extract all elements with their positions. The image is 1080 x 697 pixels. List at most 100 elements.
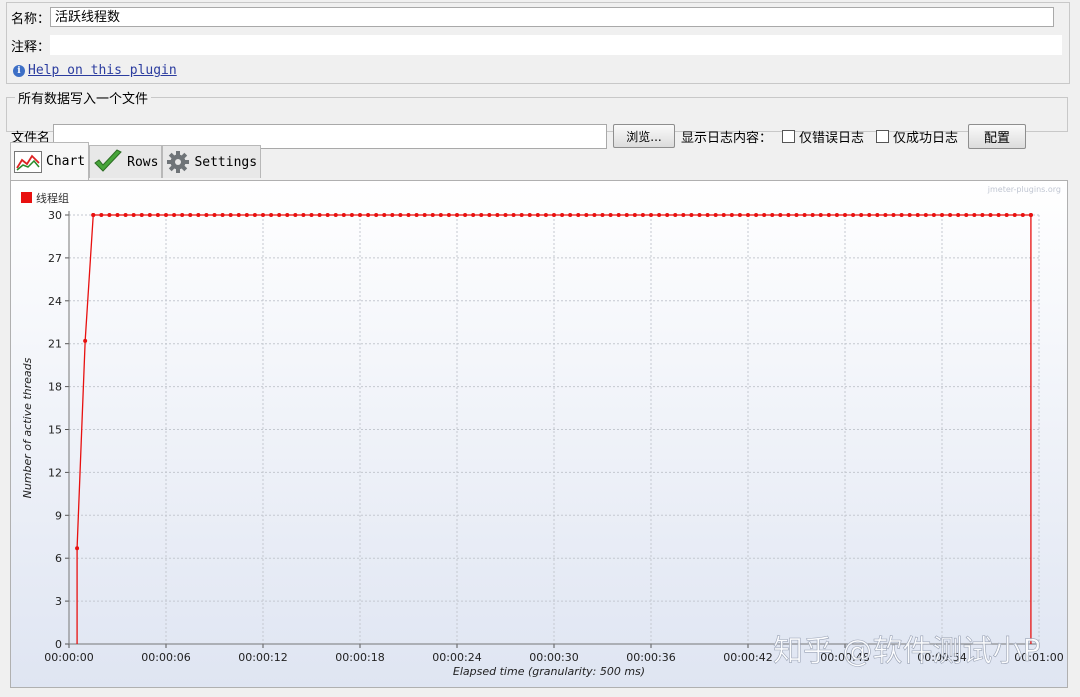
tab-rows[interactable]: Rows [89, 145, 163, 178]
data-point [859, 213, 864, 217]
chart-watermark: jmeter-plugins.org [987, 185, 1061, 194]
data-point [988, 213, 993, 217]
data-point [713, 213, 718, 217]
data-point [172, 213, 177, 217]
data-point [180, 213, 185, 217]
data-point [390, 213, 395, 217]
success-only-checkbox[interactable]: 仅成功日志 [876, 127, 958, 146]
data-point [333, 213, 338, 217]
data-point [261, 213, 265, 217]
tab-chart-label: Chart [46, 154, 86, 169]
data-point [293, 213, 298, 217]
data-point [851, 213, 856, 217]
data-point [794, 213, 799, 217]
data-point [301, 213, 306, 217]
data-point [430, 213, 435, 217]
data-point [883, 213, 888, 217]
y-tick-label: 9 [55, 509, 62, 522]
data-point [948, 213, 953, 217]
data-point [608, 213, 613, 217]
data-point [931, 213, 936, 217]
data-point [729, 213, 734, 217]
data-point [220, 213, 225, 217]
data-point [964, 213, 969, 217]
errors-only-box[interactable] [782, 129, 796, 143]
y-tick-label: 15 [48, 424, 62, 437]
tab-settings[interactable]: Settings [162, 145, 262, 178]
data-point [325, 213, 330, 217]
data-point [107, 213, 112, 217]
data-point [1004, 213, 1009, 217]
data-point [422, 213, 427, 217]
data-point [236, 213, 241, 217]
legend-swatch [21, 192, 32, 203]
data-point [560, 213, 565, 217]
name-label: 名称： [11, 11, 51, 27]
data-point [341, 213, 346, 217]
success-only-box[interactable] [876, 129, 890, 143]
data-point [115, 213, 120, 217]
comment-label: 注释： [11, 39, 51, 55]
active-threads-chart: jmeter-plugins.org 线程组 0 3 6 9 12 15 18 21 24 27 3… [11, 181, 1067, 687]
data-point [834, 213, 839, 217]
data-point [802, 213, 807, 217]
data-point [956, 213, 961, 217]
data-point [487, 213, 492, 217]
data-point [511, 213, 516, 217]
data-point [446, 213, 451, 217]
data-point [600, 213, 605, 217]
tab-chart[interactable]: Chart [10, 142, 90, 180]
y-axis-label: Number of active threads [21, 357, 34, 498]
data-point [471, 213, 476, 217]
tab-settings-label: Settings [194, 154, 258, 170]
help-row: i Help on this plugin [13, 63, 177, 78]
data-point [196, 213, 201, 217]
info-icon: i [13, 64, 25, 77]
data-point [616, 213, 621, 217]
data-point [665, 213, 670, 217]
data-point [503, 213, 508, 217]
x-tick-label: 00:00:24 [432, 651, 481, 664]
errors-only-checkbox[interactable]: 仅错误日志 [782, 127, 864, 146]
file-output-legend: 所有数据写入一个文件 [18, 92, 149, 107]
data-point [358, 213, 362, 217]
configure-button[interactable]: 配置 [968, 123, 1027, 149]
y-tick-label: 18 [48, 381, 62, 394]
browse-button[interactable]: 浏览... [613, 124, 676, 148]
data-point [737, 213, 742, 217]
help-link[interactable]: Help on this plugin [28, 63, 177, 78]
chart-panel: jmeter-plugins.org 线程组 0 3 6 9 12 15 18 21 24 27 3… [10, 180, 1068, 688]
data-point [640, 213, 645, 217]
data-point [83, 338, 88, 343]
data-point [867, 213, 872, 217]
errors-only-label: 仅错误日志 [799, 130, 865, 146]
data-point [204, 213, 209, 217]
data-point [843, 213, 847, 217]
data-point [697, 213, 702, 217]
data-point [980, 213, 985, 217]
data-point [527, 213, 532, 217]
x-tick-label: 00:00:00 [44, 651, 93, 664]
data-point [244, 213, 249, 217]
data-point [91, 213, 96, 217]
data-point [915, 213, 920, 217]
comment-input[interactable] [50, 35, 1063, 55]
data-point [810, 213, 815, 217]
name-input[interactable]: 活跃线程数 [50, 7, 1055, 27]
checkmark-icon [94, 149, 122, 172]
chart-legend: 线程组 [21, 191, 69, 205]
data-point [1012, 213, 1017, 217]
x-tick-label: 00:00:18 [335, 651, 384, 664]
data-point [131, 213, 136, 217]
data-point [552, 213, 556, 217]
x-axis-label: Elapsed time (granularity: 500 ms) [453, 665, 645, 678]
x-tick-label: 00:00:36 [626, 651, 675, 664]
data-point [754, 213, 759, 217]
data-point [366, 213, 371, 217]
data-point [632, 213, 637, 217]
gear-icon [167, 151, 190, 173]
data-point [75, 546, 80, 551]
log-content-label: 显示日志内容： [681, 130, 773, 146]
data-point [406, 213, 411, 217]
data-point [212, 213, 217, 217]
